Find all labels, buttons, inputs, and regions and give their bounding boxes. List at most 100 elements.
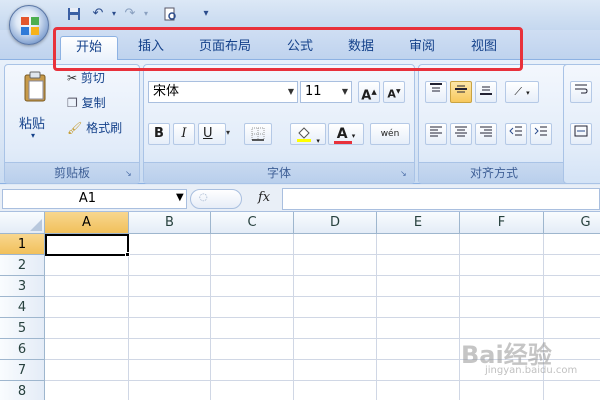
font-name-combobox[interactable]: 宋体 ▼ [148, 81, 298, 103]
office-button[interactable] [9, 5, 49, 45]
align-left-icon [430, 126, 442, 137]
font-group: 宋体 ▼ 11 ▼ A▲ A▼ B I U ▾ ▾ A ▾ wén 字体 ↘ [143, 64, 415, 184]
baidu-jingyan-watermark: Bai经验 jingyan.baidu.com [455, 335, 595, 385]
insert-function-icon[interactable]: fx [258, 190, 270, 205]
align-bottom-icon [480, 86, 492, 95]
paste-icon [24, 71, 46, 102]
fill-color-dropdown-icon: ▾ [316, 137, 320, 145]
increase-indent-button[interactable] [530, 123, 552, 145]
align-left-button[interactable] [425, 123, 447, 145]
format-painter-label: 格式刷 [86, 121, 123, 135]
align-right-icon [480, 126, 492, 137]
merge-center-button[interactable] [570, 123, 592, 145]
paste-button[interactable]: 粘贴 ▾ [15, 71, 55, 141]
alignment-group: ⟋ ▾ 对齐方式 [418, 64, 570, 184]
alignment-group-label: 对齐方式 [419, 162, 569, 183]
row-header-5[interactable]: 5 [0, 318, 45, 339]
italic-button[interactable]: I [173, 123, 195, 145]
orientation-button[interactable]: ⟋ ▾ [505, 81, 539, 103]
watermark-subtext: jingyan.baidu.com [485, 365, 578, 376]
shrink-font-button[interactable]: A▼ [383, 81, 405, 103]
formula-input[interactable] [282, 188, 600, 210]
decrease-indent-button[interactable] [505, 123, 527, 145]
copy-button[interactable]: ❐ 复制 [67, 92, 106, 114]
select-all-icon [30, 219, 42, 231]
fill-handle[interactable] [125, 252, 130, 257]
font-size-value: 11 [305, 84, 322, 99]
align-bottom-button[interactable] [475, 81, 497, 103]
font-color-dropdown-icon: ▾ [351, 132, 356, 140]
paintbrush-icon: 🖌 [67, 121, 83, 135]
row-header-8[interactable]: 8 [0, 381, 45, 400]
office-logo-icon [21, 17, 39, 35]
redo-dropdown-icon[interactable]: ▾ [136, 5, 156, 23]
font-name-value: 宋体 [153, 84, 180, 99]
customize-qat-icon[interactable]: ▾ [196, 5, 216, 23]
formula-bar-resizer[interactable]: ◌ [190, 189, 242, 209]
underline-button[interactable]: U [198, 123, 226, 145]
fill-color-button[interactable]: ▾ [290, 123, 326, 145]
print-preview-icon[interactable] [160, 5, 180, 23]
grow-font-button[interactable]: A▲ [358, 81, 380, 103]
wrap-text-icon [575, 84, 588, 94]
formula-separator-icon: ◌ [199, 192, 208, 203]
decrease-indent-icon [509, 126, 522, 136]
name-box-value: A1 [78, 191, 97, 206]
copy-label: 复制 [81, 96, 106, 110]
merge-icon [574, 125, 588, 137]
column-header-b[interactable]: B [129, 212, 211, 234]
orientation-dropdown-icon: ▾ [526, 89, 530, 97]
row-header-2[interactable]: 2 [0, 255, 45, 276]
phonetic-guide-button[interactable]: wén [370, 123, 410, 145]
save-icon[interactable] [64, 5, 84, 23]
column-header-e[interactable]: E [377, 212, 460, 234]
clipboard-launcher-icon[interactable]: ↘ [125, 169, 135, 179]
row-header-3[interactable]: 3 [0, 276, 45, 297]
font-color-button[interactable]: A ▾ [328, 123, 364, 145]
align-center-icon [455, 126, 467, 137]
active-cell-a1[interactable] [45, 234, 129, 256]
row-header-4[interactable]: 4 [0, 297, 45, 318]
column-header-a[interactable]: A [45, 212, 129, 234]
align-middle-button[interactable] [450, 81, 472, 103]
scissors-icon: ✂ [67, 71, 78, 85]
column-header-g[interactable]: G [544, 212, 600, 234]
annotation-highlight-box [53, 27, 523, 71]
font-size-combobox[interactable]: 11 ▼ [300, 81, 352, 103]
phonetic-guide-icon: wén [380, 129, 400, 139]
align-top-button[interactable] [425, 81, 447, 103]
align-right-button[interactable] [475, 123, 497, 145]
gridline [45, 275, 600, 276]
font-size-dropdown-icon: ▼ [341, 87, 348, 96]
clipboard-group-label: 剪贴板 [5, 162, 139, 183]
wrap-text-button[interactable] [570, 81, 592, 103]
align-middle-icon [455, 85, 467, 93]
bold-button[interactable]: B [148, 123, 170, 145]
clipboard-group: 粘贴 ▾ ✂ 剪切 ❐ 复制 🖌 格式刷 剪贴板 ↘ [4, 64, 140, 184]
paint-bucket-icon [297, 127, 312, 142]
font-launcher-icon[interactable]: ↘ [400, 169, 410, 179]
borders-button[interactable] [244, 123, 272, 145]
wrap-merge-group-partial [563, 64, 600, 184]
cut-label: 剪切 [80, 71, 105, 85]
select-all-corner[interactable] [0, 212, 45, 234]
align-center-button[interactable] [450, 123, 472, 145]
font-group-label: 字体 [144, 162, 414, 183]
copy-icon: ❐ [67, 96, 78, 110]
name-box-dropdown-icon[interactable]: ▼ [176, 192, 184, 203]
shrink-font-icon: A [387, 87, 396, 101]
borders-icon [251, 127, 265, 141]
increase-indent-icon [534, 126, 547, 136]
row-header-1[interactable]: 1 [0, 234, 45, 255]
format-painter-button[interactable]: 🖌 格式刷 [67, 117, 122, 139]
gridline [45, 317, 600, 318]
row-header-7[interactable]: 7 [0, 360, 45, 381]
column-header-d[interactable]: D [294, 212, 377, 234]
font-color-swatch [334, 141, 352, 144]
font-color-icon: A [336, 126, 348, 142]
column-header-f[interactable]: F [460, 212, 544, 234]
column-header-c[interactable]: C [211, 212, 294, 234]
gridline [45, 296, 600, 297]
underline-dropdown-icon[interactable]: ▾ [226, 128, 230, 137]
row-header-6[interactable]: 6 [0, 339, 45, 360]
